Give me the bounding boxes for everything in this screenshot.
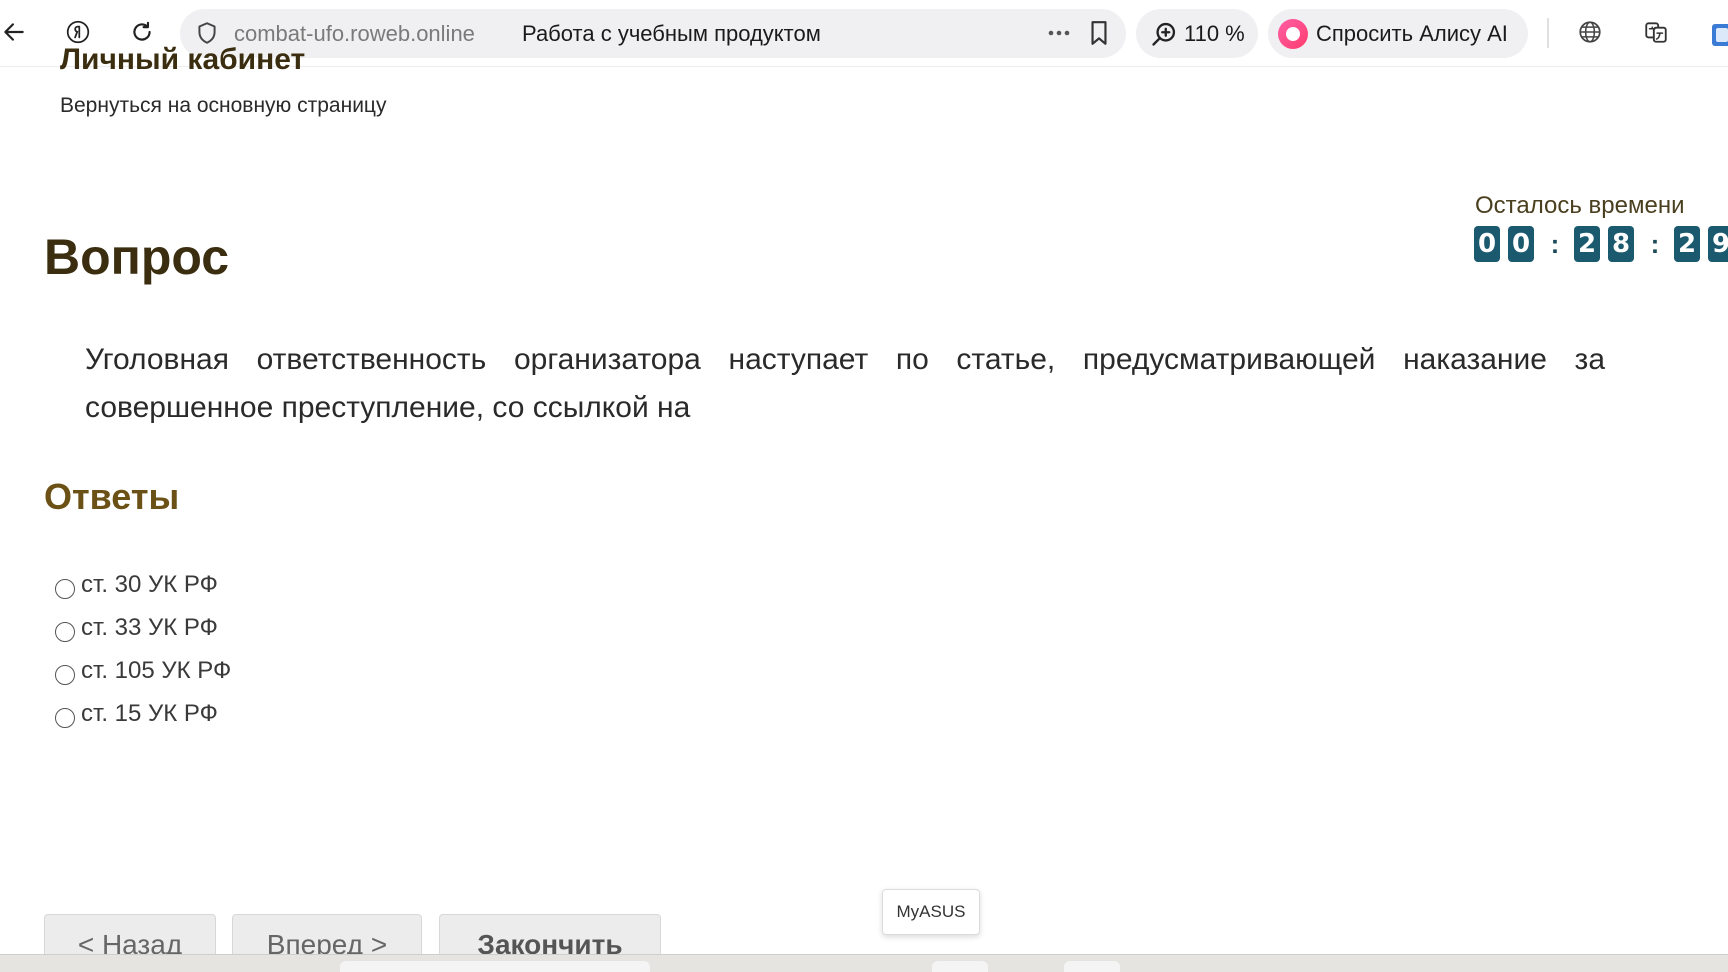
- answer-option[interactable]: ст. 30 УК РФ: [55, 563, 231, 606]
- radio-button[interactable]: [55, 664, 75, 685]
- timer-digit: 0: [1474, 226, 1500, 262]
- answer-label[interactable]: ст. 105 УК РФ: [81, 657, 231, 685]
- timer-digit: 8: [1608, 226, 1634, 262]
- answers-heading: Ответы: [44, 476, 180, 517]
- ask-alice-button[interactable]: Спросить Алису AI: [1268, 9, 1528, 58]
- back-arrow-icon[interactable]: [0, 10, 36, 54]
- taskbar-item[interactable]: [340, 961, 650, 972]
- taskbar: [0, 954, 1728, 972]
- answer-option[interactable]: ст. 105 УК РФ: [55, 649, 231, 692]
- zoom-button[interactable]: 110 %: [1136, 9, 1258, 58]
- timer-digit: 0: [1508, 226, 1534, 262]
- zoom-level: 110 %: [1184, 21, 1245, 46]
- radio-button[interactable]: [55, 578, 75, 599]
- zoom-icon: [1152, 22, 1176, 46]
- timer-colon: :: [1550, 228, 1560, 259]
- radio-button[interactable]: [55, 621, 75, 642]
- tab-title: Работа с учебным продуктом: [522, 21, 821, 46]
- radio-button[interactable]: [55, 707, 75, 728]
- answer-label[interactable]: ст. 15 УК РФ: [81, 700, 218, 728]
- translate-icon[interactable]: [1634, 10, 1678, 54]
- ask-alice-label: Спросить Алису AI: [1316, 21, 1508, 46]
- back-to-main-link[interactable]: Вернуться на основную страницу: [60, 94, 386, 118]
- answers-list: ст. 30 УК РФ ст. 33 УК РФ ст. 105 УК РФ …: [55, 563, 231, 735]
- more-icon[interactable]: [1044, 21, 1074, 45]
- timer-colon: :: [1650, 228, 1660, 259]
- bookmark-icon[interactable]: [1086, 19, 1112, 47]
- extension-icon[interactable]: [1710, 22, 1728, 48]
- myasus-tooltip: MyASUS: [882, 889, 980, 935]
- timer-digit: 2: [1574, 226, 1600, 262]
- taskbar-item[interactable]: [932, 961, 988, 972]
- address-bar[interactable]: combat-ufo.roweb.online Работа с учебным…: [180, 9, 1126, 58]
- globe-icon[interactable]: [1568, 10, 1612, 54]
- countdown-timer: 0 0 : 2 8 : 2 9: [1474, 226, 1728, 262]
- answer-label[interactable]: ст. 33 УК РФ: [81, 614, 218, 642]
- alice-icon: [1278, 19, 1308, 49]
- timer-digit: 2: [1674, 226, 1700, 262]
- question-text: Уголовная ответственность организатора н…: [85, 343, 1605, 424]
- toolbar-divider: [1547, 18, 1549, 48]
- question-heading: Вопрос: [44, 229, 230, 285]
- answer-option[interactable]: ст. 15 УК РФ: [55, 692, 231, 735]
- cabinet-title: Личный кабинет: [60, 43, 306, 76]
- answer-option[interactable]: ст. 33 УК РФ: [55, 606, 231, 649]
- answer-label[interactable]: ст. 30 УК РФ: [81, 571, 218, 599]
- timer-label: Осталось времени: [1475, 192, 1685, 219]
- taskbar-item[interactable]: [1064, 961, 1120, 972]
- timer-digit: 9: [1708, 226, 1728, 262]
